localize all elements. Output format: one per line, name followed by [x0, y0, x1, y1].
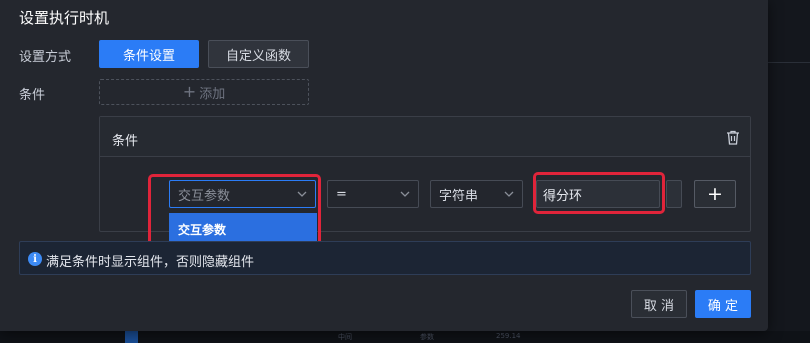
condition-panel-title: 条件 [112, 134, 139, 149]
background-text: 中间 [338, 333, 352, 341]
type-select-value: 字符串 [439, 188, 479, 204]
condition-panel-header: 条件 [100, 117, 750, 157]
chevron-down-icon [400, 191, 410, 197]
method-label: 设置方式 [19, 50, 72, 65]
add-condition-button[interactable]: + 添加 [99, 79, 309, 105]
condition-setting-button[interactable]: 条件设置 [99, 40, 199, 68]
add-rule-button[interactable]: + [694, 180, 736, 208]
background-selected-cell [125, 331, 138, 343]
info-icon: i [28, 252, 42, 266]
info-text: 满足条件时显示组件，否则隐藏组件 [46, 255, 255, 270]
plus-icon: + [182, 82, 197, 101]
custom-function-button[interactable]: 自定义函数 [208, 40, 309, 68]
value-highlight-box [533, 172, 665, 214]
background-text: 259.14 [496, 332, 521, 340]
background-divider [768, 62, 810, 63]
operator-select-value: = [336, 186, 347, 202]
cancel-button[interactable]: 取 消 [631, 290, 687, 318]
background-text: 参数 [420, 333, 434, 341]
value-input-extension[interactable] [666, 180, 682, 208]
confirm-button[interactable]: 确 定 [695, 290, 751, 318]
param-highlight-box [148, 174, 321, 249]
conditions-label: 条件 [19, 88, 46, 103]
trash-icon[interactable] [726, 130, 740, 145]
dialog-title: 设置执行时机 [19, 9, 110, 27]
background-bottom-strip [0, 331, 810, 343]
execution-timing-dialog: 设置执行时机 设置方式 条件设置 自定义函数 条件 + 添加 条件 交互参数 =… [0, 0, 768, 331]
type-select[interactable]: 字符串 [430, 180, 523, 208]
info-bar: i 满足条件时显示组件，否则隐藏组件 [19, 241, 751, 275]
add-condition-label: 添加 [199, 86, 226, 102]
chevron-down-icon [504, 191, 514, 197]
operator-select[interactable]: = [327, 180, 419, 208]
